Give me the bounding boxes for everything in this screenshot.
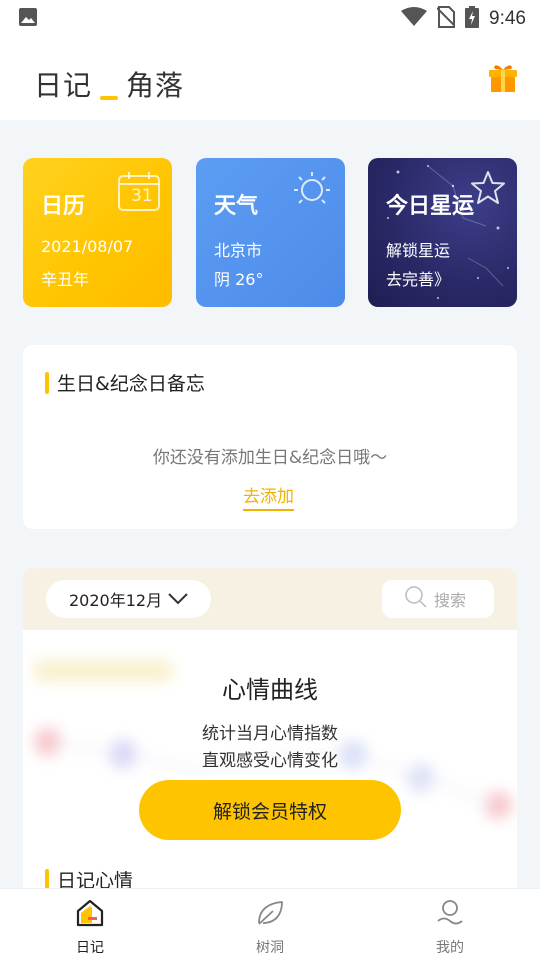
mood-curve-desc-line2: 直观感受心情变化 [202,751,338,771]
birthday-empty-text: 你还没有添加生日&纪念日哦～ [152,448,388,468]
wifi-icon [401,7,428,31]
title-diary: 日记 [34,69,93,102]
page-title: 日记 角落 [34,64,184,104]
no-sim-icon [436,6,456,32]
search-input[interactable]: 搜索 [382,580,494,618]
search-icon [404,585,434,613]
month-dropdown[interactable]: 2020年12月 [46,580,211,618]
horoscope-card[interactable]: 今日星运 解锁星运 去完善》 [368,158,517,307]
nav-item-mine[interactable]: 我的 [405,899,495,957]
calendar-date: 2021/08/07 [41,237,134,256]
mood-curve-title: 心情曲线 [222,676,318,704]
nav-label-mine: 我的 [436,940,464,956]
gift-icon [486,65,520,98]
calendar-card-title: 日历 [41,194,86,219]
nav-item-treehole[interactable]: 树洞 [225,899,315,957]
mood-curve-desc-line1: 统计当月心情指数 [202,724,338,744]
weather-card[interactable]: 天气 北京市 阴 26° [196,158,345,307]
calendar-card[interactable]: 31 日历 2021/08/07 辛丑年 [23,158,172,307]
status-bar: 9:46 [0,0,540,38]
title-corner: 角落 [126,69,185,102]
horoscope-line2: 去完善》 [386,270,451,289]
section-title: 生日&纪念日备忘 [45,369,205,396]
home-icon [75,899,105,931]
title-separator [100,96,119,100]
birthday-section: 生日&纪念日备忘 你还没有添加生日&纪念日哦～ 去添加 [23,345,517,529]
calendar-lunar-year: 辛丑年 [41,270,90,289]
unlock-vip-button[interactable]: 解锁会员特权 [139,780,401,840]
month-value: 2020年12月 [69,591,163,610]
battery-charging-icon [465,6,480,32]
app-header: 日记 角落 [0,38,540,120]
gallery-icon [18,7,38,31]
leaf-icon [255,899,285,931]
sun-icon [290,170,334,214]
nav-label-diary: 日记 [76,940,104,956]
nav-item-diary[interactable]: 日记 [45,899,135,957]
add-birthday-link[interactable]: 去添加 [243,482,294,511]
bottom-nav: 日记 树洞 我的 [0,888,540,960]
user-icon [435,899,465,931]
gift-button[interactable] [486,60,520,94]
mood-filter-bar: 2020年12月 搜索 [23,568,517,630]
birthday-section-title: 生日&纪念日备忘 [57,373,205,395]
status-time: 9:46 [489,8,526,29]
weather-condition: 阴 26° [214,270,264,289]
star-icon [470,170,506,210]
search-placeholder: 搜索 [434,591,467,610]
chevron-down-icon [162,590,188,609]
calendar-icon-day: 31 [131,186,153,206]
title-accent-bar [45,371,49,394]
horoscope-line1: 解锁星运 [386,241,451,260]
nav-label-treehole: 树洞 [256,940,284,956]
weather-card-title: 天气 [214,194,259,219]
horoscope-card-title: 今日星运 [386,194,475,219]
weather-city: 北京市 [214,241,263,260]
mood-section: 2020年12月 搜索 心情曲线 统计当月心情指数 直观感受心情变化 解锁会员特… [23,568,517,898]
